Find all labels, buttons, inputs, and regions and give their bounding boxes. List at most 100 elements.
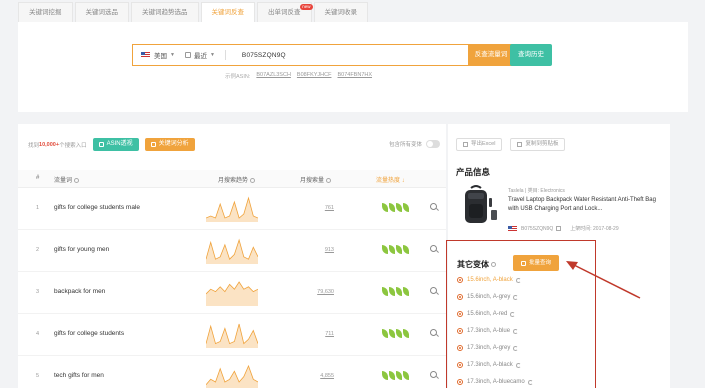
- country-select[interactable]: 美国 ▼: [154, 50, 175, 60]
- asin-input[interactable]: B075SZQN9Q: [242, 52, 286, 59]
- variant-item[interactable]: 15.6inch, A-grey: [457, 294, 519, 300]
- row-keyword[interactable]: gifts for young men: [54, 246, 109, 253]
- help-icon: [491, 262, 496, 268]
- table-row[interactable]: 3 backpack for men 79,630: [18, 272, 446, 314]
- keyword-analysis-button[interactable]: 关键词分析: [144, 138, 195, 151]
- variant-item[interactable]: 17.3inch, A-bluecamo: [457, 379, 533, 385]
- variant-label: 17.3inch, A-blue: [467, 328, 511, 334]
- tab-bar: 关键词挖掘 关键词选品 关键词趋势选品 关键词反查 出单词反查 new 关键词收录: [18, 0, 370, 22]
- row-volume[interactable]: 79,630: [308, 289, 334, 295]
- variant-item[interactable]: 15.6inch, A-red: [457, 311, 516, 317]
- row-keyword[interactable]: gifts for college students: [54, 330, 124, 337]
- export-excel-button[interactable]: 导出Excel: [456, 138, 503, 151]
- trend-area: [206, 366, 258, 388]
- variant-item[interactable]: 15.6inch, A-black: [457, 277, 521, 283]
- row-volume[interactable]: 4,855: [308, 373, 334, 379]
- row-volume[interactable]: 761: [308, 205, 334, 211]
- leaf-icon: [389, 203, 395, 212]
- leaf-icon: [396, 245, 402, 254]
- col-volume[interactable]: 月搜索量: [300, 175, 332, 184]
- variant-item[interactable]: 17.3inch, A-blue: [457, 328, 519, 334]
- leaf-icon: [389, 371, 395, 380]
- col-keyword[interactable]: 流量词: [54, 175, 80, 184]
- tab-keyword-selection[interactable]: 关键词选品: [74, 2, 129, 22]
- product-title[interactable]: Travel Laptop Backpack Water Resistant A…: [508, 196, 658, 214]
- download-icon: [463, 142, 468, 147]
- row-volume[interactable]: 711: [308, 331, 334, 337]
- asin-insight-button[interactable]: ASIN透视: [92, 138, 139, 151]
- leaf-icon: [403, 329, 409, 338]
- product-asin[interactable]: B075SZQN9Q: [521, 226, 553, 232]
- search-history-button[interactable]: 查询历史: [510, 44, 552, 66]
- reverse-search-button[interactable]: 反查流量词: [468, 44, 514, 66]
- radio-icon: [457, 345, 463, 351]
- table-row[interactable]: 1 gifts for college students male 761: [18, 188, 446, 230]
- trend-sparkline: [206, 364, 258, 388]
- table-row[interactable]: 2 gifts for young men 913: [18, 230, 446, 272]
- result-prefix: 找到: [28, 142, 40, 149]
- row-keyword[interactable]: backpack for men: [54, 288, 105, 295]
- row-keyword[interactable]: tech gifts for men: [54, 372, 104, 379]
- tab-keyword-reverse[interactable]: 关键词反查: [200, 2, 255, 22]
- toggle-switch[interactable]: [426, 140, 440, 148]
- chevron-down-icon: ▼: [209, 52, 215, 58]
- leaf-icon: [382, 245, 388, 254]
- trend-sparkline: [206, 196, 258, 222]
- trend-sparkline: [206, 281, 258, 306]
- example-asin-link[interactable]: B07AZL3SCH: [256, 72, 291, 80]
- product-info-title: 产品信息: [456, 167, 491, 177]
- list-icon: [520, 260, 526, 266]
- variant-item[interactable]: 17.3inch, A-black: [457, 362, 521, 368]
- leaf-icon: [382, 329, 388, 338]
- radio-icon: [457, 328, 463, 334]
- tab-keyword-mining[interactable]: 关键词挖掘: [18, 2, 73, 22]
- tab-order-keyword-reverse[interactable]: 出单词反查 new: [257, 2, 313, 22]
- search-icon[interactable]: [430, 329, 437, 336]
- variant-item[interactable]: 17.3inch, A-grey: [457, 345, 519, 351]
- leaf-icon: [403, 371, 409, 380]
- search-icon[interactable]: [430, 371, 437, 378]
- example-asin-link[interactable]: B08FKYJHCF: [297, 72, 332, 80]
- loading-icon: [513, 345, 519, 351]
- row-volume[interactable]: 913: [308, 247, 334, 253]
- variants-title: 其它变体: [457, 259, 496, 270]
- search-icon[interactable]: [430, 245, 437, 252]
- help-icon: [250, 177, 256, 183]
- search-icon[interactable]: [430, 203, 437, 210]
- tab-keyword-index[interactable]: 关键词收录: [313, 2, 368, 22]
- copy-clipboard-button[interactable]: 复制到剪贴板: [510, 138, 566, 151]
- batch-query-button[interactable]: 批量查询: [513, 255, 559, 271]
- new-badge: new: [300, 4, 313, 10]
- loading-icon: [527, 379, 533, 385]
- leaf-icon: [382, 371, 388, 380]
- leaf-icon: [382, 287, 388, 296]
- example-asins: 示例ASIN: B07AZL3SCH B08FKYJHCF B074FBN7HX: [225, 72, 372, 80]
- product-meta: B075SZQN9Q 上架时间: 2017-08-29: [508, 225, 619, 232]
- include-variants-toggle[interactable]: 包含所有变体: [389, 140, 440, 148]
- heat-score: [382, 371, 409, 380]
- table-row[interactable]: 4 gifts for college students 711: [18, 314, 446, 356]
- radio-icon: [457, 294, 463, 300]
- table-row[interactable]: 5 tech gifts for men 4,855: [18, 356, 446, 388]
- col-score[interactable]: 流量热度 ↓: [376, 175, 405, 184]
- table-header: # 流量词 月搜索趋势 月搜索量 流量热度 ↓: [18, 170, 446, 188]
- product-image[interactable]: [456, 184, 500, 228]
- period-select[interactable]: 最近 ▼: [194, 50, 215, 60]
- tab-keyword-trend[interactable]: 关键词趋势选品: [131, 2, 199, 22]
- row-index: 3: [36, 289, 40, 295]
- radio-icon: [457, 379, 463, 385]
- row-keyword[interactable]: gifts for college students male: [54, 204, 140, 211]
- leaf-icon: [403, 287, 409, 296]
- trend-area: [206, 282, 258, 306]
- search-bar: 美国 ▼ 最近 ▼ B075SZQN9Q: [132, 44, 468, 66]
- search-icon[interactable]: [430, 287, 437, 294]
- leaf-icon: [396, 287, 402, 296]
- heat-score: [382, 287, 409, 296]
- radio-icon: [457, 277, 463, 283]
- example-asin-link[interactable]: B074FBN7HX: [337, 72, 372, 80]
- divider: [224, 50, 226, 60]
- col-trend[interactable]: 月搜索趋势: [218, 175, 256, 184]
- result-toolbar: 找到 10,000+ 个搜索入口 ASIN透视 关键词分析: [28, 138, 195, 151]
- row-index: 2: [36, 247, 40, 253]
- copy-icon[interactable]: [556, 226, 562, 231]
